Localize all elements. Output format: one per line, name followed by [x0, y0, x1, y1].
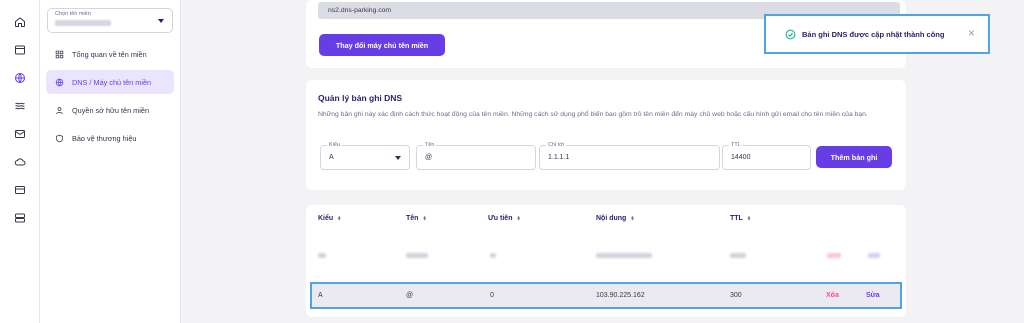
- chevron-down-icon: [158, 19, 164, 23]
- edit-record-button[interactable]: Sửa: [866, 292, 880, 299]
- type-label: Kiểu: [327, 142, 343, 148]
- row-content: 103.90.225.162: [596, 292, 645, 299]
- col-type-header[interactable]: Kiểu ⬍: [318, 215, 341, 222]
- home-icon[interactable]: [13, 15, 26, 28]
- row-name: @: [406, 292, 414, 299]
- card-icon[interactable]: [13, 183, 26, 196]
- cloud-icon[interactable]: [13, 155, 26, 168]
- shield-icon: [54, 133, 64, 143]
- sidebar-item-ownership[interactable]: Quyền sở hữu tên miền: [46, 98, 174, 122]
- dns-records-table: Kiểu ⬍ Tên ⬍ Ưu tiên ⬍ Nội dung ⬍ TTL ⬍ A @ 0…: [306, 205, 906, 317]
- mail-icon[interactable]: [13, 127, 26, 140]
- waves-icon[interactable]: [13, 99, 26, 112]
- name-field[interactable]: Tên @: [416, 142, 536, 170]
- globe-icon[interactable]: [13, 71, 26, 84]
- points-to-label: Chỉ tới: [546, 142, 567, 148]
- domain-select-label: Chọn tên miền: [55, 11, 91, 17]
- domain-select-value: [55, 20, 111, 26]
- sidebar-item-label: Quyền sở hữu tên miền: [72, 105, 150, 115]
- points-to-value: 1.1.1.1: [548, 154, 570, 161]
- toast-message: Bản ghi DNS được cập nhật thành công: [802, 30, 945, 39]
- ttl-field[interactable]: TTL 14400: [722, 142, 811, 170]
- add-record-button[interactable]: Thêm bản ghi: [816, 146, 892, 168]
- server-icon[interactable]: [13, 211, 26, 224]
- sort-icon: ⬍: [746, 215, 752, 222]
- col-ttl-header[interactable]: TTL ⬍: [730, 215, 751, 222]
- ttl-label: TTL: [729, 142, 743, 148]
- sidebar-item-dns[interactable]: DNS / Máy chủ tên miền: [46, 70, 174, 94]
- name-value: @: [425, 154, 433, 161]
- sidebar-item-label: Tổng quan về tên miền: [72, 49, 147, 59]
- check-circle-icon: [785, 29, 796, 40]
- domain-select[interactable]: Chọn tên miền: [47, 8, 173, 33]
- sort-icon: ⬍: [630, 215, 635, 222]
- change-nameservers-button[interactable]: Thay đổi máy chủ tên miền: [319, 34, 445, 56]
- sort-icon: ⬍: [337, 215, 342, 222]
- delete-record-button[interactable]: Xóa: [826, 292, 839, 299]
- row-type: A: [318, 292, 323, 299]
- dns-manager-card: Quản lý bản ghi DNS Những bản ghi này xá…: [306, 80, 906, 190]
- ttl-value: 14400: [731, 154, 751, 161]
- sidebar-item-label: Bảo vệ thương hiệu: [72, 133, 137, 143]
- col-priority-header[interactable]: Ưu tiên ⬍: [488, 215, 521, 222]
- type-select[interactable]: Kiểu A: [320, 142, 410, 170]
- sidebar-item-brand-protection[interactable]: Bảo vệ thương hiệu: [46, 126, 174, 150]
- col-content-header[interactable]: Nội dung ⬍: [596, 215, 635, 222]
- user-icon: [54, 105, 64, 115]
- row-ttl: 300: [730, 292, 742, 299]
- dns-manager-title: Quản lý bản ghi DNS: [318, 93, 403, 103]
- close-icon[interactable]: ×: [968, 26, 975, 40]
- globe-icon: [54, 77, 64, 87]
- type-value: A: [329, 154, 334, 161]
- points-to-field[interactable]: Chỉ tới 1.1.1.1: [539, 142, 720, 170]
- icon-rail: [0, 0, 40, 323]
- grid-icon: [54, 49, 64, 59]
- sidebar-item-label: DNS / Máy chủ tên miền: [72, 77, 152, 87]
- dns-manager-description: Những bản ghi này xác định cách thức hoạ…: [318, 111, 868, 118]
- browser-icon[interactable]: [13, 43, 26, 56]
- sort-icon: ⬍: [516, 215, 521, 222]
- success-toast: Bản ghi DNS được cập nhật thành công ×: [764, 14, 990, 54]
- sidebar-item-overview[interactable]: Tổng quan về tên miền: [46, 42, 174, 66]
- row-priority: 0: [490, 292, 494, 299]
- col-name-header[interactable]: Tên ⬍: [406, 215, 427, 222]
- table-row[interactable]: A @ 0 103.90.225.162 300 Xóa Sửa: [310, 282, 902, 309]
- domain-sidebar: Chọn tên miền Tổng quan về tên miền DNS …: [40, 0, 181, 323]
- chevron-down-icon: [395, 156, 401, 160]
- name-label: Tên: [423, 142, 437, 148]
- sort-icon: ⬍: [422, 215, 427, 222]
